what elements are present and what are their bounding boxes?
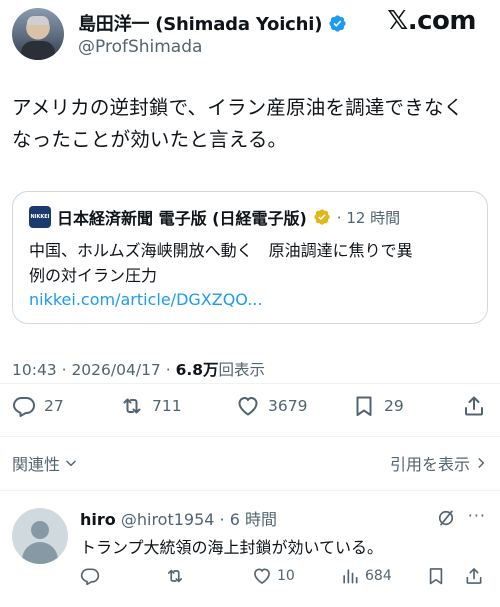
reply-views-button[interactable]: 684: [340, 566, 392, 586]
verified-badge-icon: [329, 14, 346, 32]
tweet-text: アメリカの逆封鎖で、イラン産原油を調達できなく なったことが効いたと言える。: [12, 92, 492, 156]
card-link[interactable]: nikkei.com/article/DGXZQO...: [29, 290, 263, 309]
author-avatar[interactable]: [12, 8, 64, 60]
author-display-name[interactable]: 島田洋一 (Shimada Yoichi): [78, 10, 322, 36]
reply-share-button[interactable]: [464, 566, 484, 586]
repost-count: 711: [152, 397, 182, 415]
share-icon: [466, 568, 482, 584]
reply-text: トランプ大統領の海上封鎖が効いている。: [80, 538, 384, 557]
divider: [0, 383, 500, 384]
reply-action-bar: 10 684: [0, 566, 500, 590]
author-handle[interactable]: @ProfShimada: [78, 37, 202, 57]
reply-icon: [13, 397, 35, 417]
default-avatar-shoulders: [22, 542, 58, 564]
tweet-meta: 10:43 · 2026/04/17 · 6.8万回表示: [12, 358, 265, 380]
reply-views-count: 684: [365, 568, 392, 584]
like-count: 3679: [268, 397, 308, 415]
reply-author-name[interactable]: hiro: [80, 510, 116, 529]
divider: [0, 490, 500, 491]
share-button[interactable]: [462, 394, 486, 418]
avatar-hair: [27, 16, 49, 25]
reply-author-handle[interactable]: @hirot1954: [121, 510, 215, 529]
card-title-line: 中国、ホルムズ海峡開放へ動く 原油調達に焦りで異: [29, 241, 413, 260]
views-chart-icon: [343, 569, 358, 584]
like-button[interactable]: 3679: [236, 394, 307, 418]
reply-count: 27: [44, 397, 64, 415]
card-title[interactable]: 中国、ホルムズ海峡開放へ動く 原油調達に焦りで異 例の対イラン圧力: [29, 238, 469, 288]
views-count: 6.8万: [175, 361, 219, 379]
repost-button[interactable]: 711: [120, 394, 182, 418]
reply-button[interactable]: 27: [12, 394, 64, 418]
grok-icon[interactable]: [436, 508, 456, 528]
reply-avatar[interactable]: [12, 508, 68, 564]
chevron-down-icon: [66, 460, 76, 467]
nikkei-logo: NIKKEI: [29, 206, 51, 228]
bookmark-button[interactable]: 29: [352, 394, 404, 418]
sort-label: 関連性: [12, 455, 61, 474]
reply-reply-button[interactable]: [80, 566, 100, 586]
view-quotes-link[interactable]: 引用を表示: [390, 451, 488, 475]
reply-repost-button[interactable]: [165, 566, 185, 586]
card-time: · 12 時間: [336, 208, 401, 227]
avatar-body: [21, 41, 55, 60]
reply-icon: [80, 568, 100, 586]
tweet-timestamp[interactable]: 10:43 · 2026/04/17 ·: [12, 361, 171, 379]
link-preview-card[interactable]: NIKKEI 日本経済新聞 電子版 (日経電子版) · 12 時間 中国、ホルム…: [12, 191, 488, 324]
reply-header: hiro @hirot1954 · 6 時間: [80, 506, 277, 530]
chevron-right-icon: [478, 458, 485, 468]
bookmark-icon: [429, 568, 443, 585]
heart-icon: [238, 397, 258, 416]
reply-like-button[interactable]: 10: [252, 566, 295, 586]
reply-bookmark-button[interactable]: [426, 566, 446, 586]
tweet-action-bar: 27 711 3679 29: [0, 394, 500, 426]
reply-like-count: 10: [277, 568, 295, 584]
views-label: 回表示: [218, 361, 266, 379]
view-quotes-label: 引用を表示: [389, 455, 470, 474]
reply-time[interactable]: · 6 時間: [220, 510, 277, 529]
divider: [0, 436, 500, 437]
share-icon: [465, 396, 483, 416]
repost-icon: [123, 398, 141, 414]
reply-tweet[interactable]: hiro @hirot1954 · 6 時間 ··· トランプ大統領の海上封鎖が…: [0, 500, 500, 607]
card-title-line: 例の対イラン圧力: [29, 266, 158, 285]
bookmark-count: 29: [384, 397, 404, 415]
tweet-header: 島田洋一 (Shimada Yoichi) @ProfShimada 𝕏.com: [0, 0, 500, 80]
replies-sort-row: 関連性 引用を表示: [0, 447, 500, 477]
card-header: NIKKEI 日本経済新聞 電子版 (日経電子版) · 12 時間: [29, 205, 400, 229]
tweet-text-line: アメリカの逆封鎖で、イラン産原油を調達できなく: [12, 96, 464, 119]
author-name-row: 島田洋一 (Shimada Yoichi): [78, 10, 347, 36]
default-avatar-head: [31, 521, 49, 539]
tweet-text-line: なったことが効いたと言える。: [12, 128, 288, 151]
gold-verified-badge-icon: [314, 209, 330, 225]
repost-icon: [167, 569, 183, 583]
heart-icon: [254, 568, 270, 584]
more-options-icon[interactable]: ···: [468, 506, 486, 525]
sort-relevance-dropdown[interactable]: 関連性: [12, 451, 78, 475]
x-com-logo: 𝕏.com: [387, 6, 476, 36]
card-source-name[interactable]: 日本経済新聞 電子版 (日経電子版): [57, 205, 307, 229]
bookmark-icon: [356, 396, 372, 416]
